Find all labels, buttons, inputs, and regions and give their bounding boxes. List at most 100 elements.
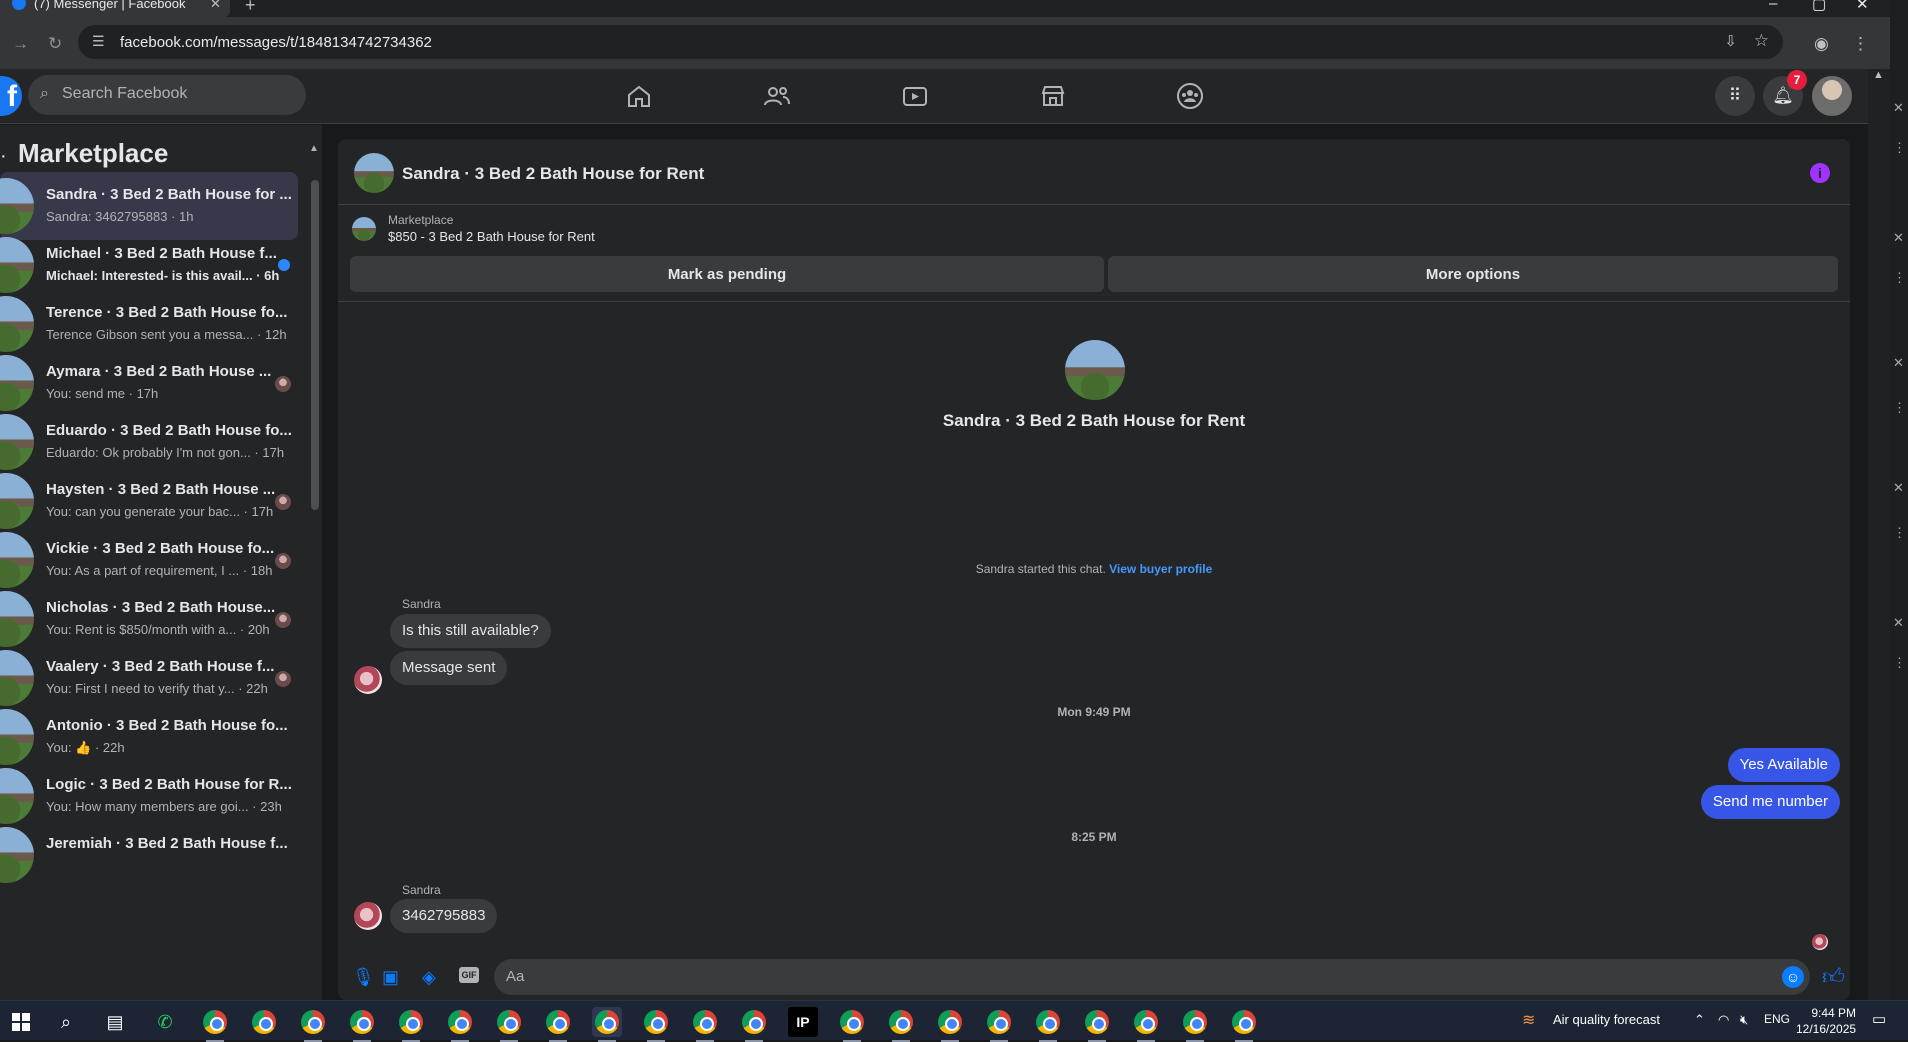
- chrome-icon[interactable]: [984, 1007, 1014, 1042]
- chrome-icon[interactable]: [1131, 1007, 1161, 1042]
- language-indicator[interactable]: ENG: [1764, 1012, 1790, 1026]
- conversation-item[interactable]: Nicholas · 3 Bed 2 Bath House... You: Re…: [0, 585, 298, 653]
- chrome-icon[interactable]: [739, 1007, 769, 1042]
- reload-icon[interactable]: ↻: [48, 34, 62, 54]
- marketplace-icon[interactable]: [1028, 81, 1078, 111]
- omnibox[interactable]: ☰ facebook.com/messages/t/18481347427343…: [78, 25, 1783, 59]
- chrome-icon[interactable]: [249, 1007, 279, 1037]
- close-window-icon[interactable]: ✕: [1856, 0, 1869, 13]
- chat-profile-avatar[interactable]: [1065, 340, 1125, 400]
- conversation-item[interactable]: Terence · 3 Bed 2 Bath House fo... Teren…: [0, 290, 298, 358]
- menu-grid-icon[interactable]: ⠿: [1715, 76, 1755, 116]
- conversation-item[interactable]: Aymara · 3 Bed 2 Bath House ... You: sen…: [0, 349, 298, 417]
- more-options-button[interactable]: More options: [1108, 256, 1838, 292]
- groups-icon[interactable]: [1165, 81, 1215, 111]
- incoming-message[interactable]: 3462795883: [390, 899, 498, 933]
- message-input[interactable]: [506, 968, 1706, 985]
- conversation-item[interactable]: Logic · 3 Bed 2 Bath House for R... You:…: [0, 762, 298, 830]
- sticker-icon[interactable]: ◈: [422, 967, 436, 988]
- windows-start-icon[interactable]: [6, 1007, 36, 1037]
- chrome-icon[interactable]: [445, 1007, 475, 1042]
- conversation-item[interactable]: Haysten · 3 Bed 2 Bath House ... You: ca…: [0, 467, 298, 535]
- info-icon[interactable]: i: [1810, 163, 1830, 183]
- seen-avatar: [275, 553, 291, 569]
- microphone-icon[interactable]: 🎙︎: [352, 967, 375, 988]
- chrome-icon[interactable]: [543, 1007, 573, 1042]
- notification-center-icon[interactable]: ▭: [1872, 1010, 1886, 1028]
- thumbs-up-icon[interactable]: 👍︎: [1822, 963, 1845, 990]
- chrome-icon[interactable]: [494, 1007, 524, 1042]
- gif-icon[interactable]: GIF: [459, 967, 479, 983]
- show-hidden-icons[interactable]: ⌃: [1694, 1012, 1705, 1028]
- conversation-item[interactable]: Vaalery · 3 Bed 2 Bath House f... You: F…: [0, 644, 298, 712]
- chrome-icon[interactable]: [837, 1007, 867, 1042]
- forward-icon[interactable]: →: [12, 34, 29, 54]
- scroll-up-arrow[interactable]: ▲: [309, 143, 319, 154]
- air-quality-icon[interactable]: ≋: [1522, 1010, 1535, 1030]
- chrome-icon[interactable]: [690, 1007, 720, 1042]
- incoming-message[interactable]: Message sent: [390, 651, 508, 685]
- conversation-item[interactable]: Eduardo · 3 Bed 2 Bath House fo... Eduar…: [0, 408, 298, 476]
- conversation-item[interactable]: Vickie · 3 Bed 2 Bath House fo... You: A…: [0, 526, 298, 594]
- chrome-icon[interactable]: [1033, 1007, 1063, 1042]
- sender-avatar[interactable]: [354, 902, 382, 930]
- chrome-icon[interactable]: [935, 1007, 965, 1042]
- conversation-item[interactable]: Sandra · 3 Bed 2 Bath House for ... Sand…: [0, 172, 298, 240]
- sidebar-scrollbar[interactable]: [311, 180, 319, 510]
- outgoing-message[interactable]: Send me number: [1700, 785, 1840, 819]
- notepad-icon[interactable]: ▤: [100, 1007, 130, 1037]
- chrome-icon[interactable]: [592, 1007, 622, 1042]
- message-input-box[interactable]: ☺: [494, 959, 1810, 995]
- emoji-icon[interactable]: ☺: [1782, 966, 1804, 988]
- outgoing-message[interactable]: Yes Available: [1727, 748, 1840, 782]
- chrome-icon[interactable]: [641, 1007, 671, 1042]
- chrome-icon[interactable]: [886, 1007, 916, 1042]
- chrome-icon[interactable]: [1180, 1007, 1210, 1042]
- chrome-icon[interactable]: [396, 1007, 426, 1042]
- profile-icon[interactable]: ◉: [1814, 34, 1829, 54]
- scroll-up-arrow[interactable]: ▲: [1873, 69, 1884, 81]
- conversation-name: Nicholas · 3 Bed 2 Bath House...: [46, 599, 276, 616]
- url-text[interactable]: facebook.com/messages/t/1848134742734362: [120, 34, 432, 51]
- whatsapp-icon[interactable]: ✆: [150, 1007, 180, 1037]
- chrome-icon[interactable]: [200, 1007, 230, 1042]
- incoming-message[interactable]: Is this still available?: [390, 614, 551, 648]
- mark-as-pending-button[interactable]: Mark as pending: [350, 256, 1104, 292]
- browser-menu-icon[interactable]: ⋮: [1852, 34, 1869, 54]
- volume-muted-icon[interactable]: 🔇︎: [1740, 1012, 1748, 1028]
- network-icon[interactable]: ◠: [1718, 1012, 1729, 1028]
- conversation-item[interactable]: Michael · 3 Bed 2 Bath House f... Michae…: [0, 231, 298, 299]
- chrome-icon[interactable]: [298, 1007, 328, 1042]
- account-avatar[interactable]: [1812, 76, 1852, 116]
- view-buyer-profile-link[interactable]: View buyer profile: [1109, 562, 1212, 576]
- maximize-icon[interactable]: ▢: [1812, 0, 1826, 13]
- site-info-icon[interactable]: ☰: [92, 33, 105, 50]
- browser-tab[interactable]: (7) Messenger | Facebook ✕: [0, 0, 230, 17]
- search-input[interactable]: [62, 85, 292, 103]
- install-app-icon[interactable]: ⇩: [1724, 32, 1737, 50]
- video-icon[interactable]: [890, 81, 940, 111]
- conversation-name: Sandra · 3 Bed 2 Bath House for ...: [46, 186, 292, 203]
- facebook-logo-icon[interactable]: f: [0, 76, 22, 116]
- new-tab-icon[interactable]: +: [245, 0, 256, 16]
- conversation-item[interactable]: Jeremiah · 3 Bed 2 Bath House f...: [0, 821, 298, 889]
- bookmark-star-icon[interactable]: ☆: [1754, 31, 1769, 51]
- chat-avatar[interactable]: [354, 153, 394, 193]
- weather-widget[interactable]: Air quality forecast: [1553, 1012, 1660, 1027]
- conversation-item[interactable]: Antonio · 3 Bed 2 Bath House fo... You: …: [0, 703, 298, 771]
- clock[interactable]: 9:44 PM 12/16/2025: [1796, 1005, 1856, 1037]
- friends-icon[interactable]: [752, 81, 802, 111]
- chrome-icon[interactable]: [1082, 1007, 1112, 1042]
- chat-title[interactable]: Sandra · 3 Bed 2 Bath House for Rent: [402, 164, 704, 184]
- search-bar[interactable]: ⌕: [28, 75, 306, 115]
- search-icon[interactable]: ⌕: [51, 1007, 81, 1037]
- chrome-icon[interactable]: [347, 1007, 377, 1042]
- sender-avatar[interactable]: [354, 666, 382, 694]
- app-icon[interactable]: IP: [788, 1007, 818, 1037]
- chrome-icon[interactable]: [1229, 1007, 1259, 1042]
- close-tab-icon[interactable]: ✕: [210, 0, 221, 12]
- home-icon[interactable]: [614, 81, 664, 111]
- back-icon[interactable]: ·: [0, 145, 7, 168]
- photo-icon[interactable]: ▣: [382, 967, 399, 988]
- minimize-icon[interactable]: –: [1769, 0, 1777, 12]
